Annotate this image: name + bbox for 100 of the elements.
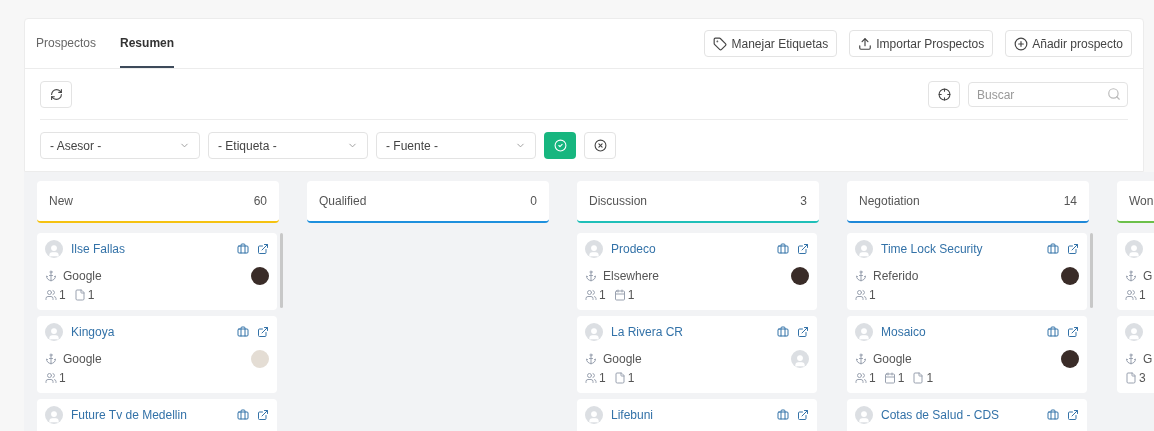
briefcase-icon[interactable] — [777, 243, 789, 255]
column-count: 0 — [530, 193, 537, 210]
external-link-icon[interactable] — [1067, 326, 1079, 338]
prospect-link[interactable]: Mosaico — [881, 323, 926, 341]
anchor-icon — [45, 270, 57, 282]
avatar-placeholder — [1125, 323, 1143, 341]
upload-icon — [858, 36, 873, 51]
briefcase-icon[interactable] — [1047, 409, 1059, 421]
external-link-icon[interactable] — [1067, 243, 1079, 255]
count-label: 1 — [627, 287, 635, 304]
briefcase-icon[interactable] — [237, 326, 249, 338]
column-title: New — [49, 193, 73, 210]
avatar-placeholder — [585, 406, 603, 424]
column-title: Qualified — [319, 193, 367, 210]
photo-placeholder — [251, 267, 269, 285]
people-icon — [585, 372, 597, 384]
column-count: 60 — [253, 193, 267, 210]
filter-select[interactable]: - Asesor - — [40, 132, 200, 159]
count-label: 1 — [59, 370, 66, 387]
external-link-icon[interactable] — [797, 409, 809, 421]
avatar-placeholder — [45, 406, 63, 424]
anchor-icon — [1125, 270, 1137, 282]
toolbar-button[interactable]: Manejar Etiquetas — [704, 30, 838, 57]
photo-placeholder — [251, 350, 269, 368]
anchor-icon — [855, 353, 867, 365]
people-icon — [45, 372, 57, 384]
count-label: 1 — [926, 370, 934, 387]
calendar-icon — [883, 372, 896, 384]
count-label: 1 — [627, 370, 635, 387]
avatar-placeholder — [1125, 240, 1143, 258]
anchor-icon — [45, 353, 57, 365]
crosshair-icon — [937, 87, 951, 101]
toolbar-button[interactable]: Añadir prospecto — [1005, 30, 1132, 57]
count-label: 1 — [599, 287, 606, 304]
column-count: 3 — [800, 193, 807, 210]
file-icon — [912, 372, 925, 384]
people-icon — [585, 289, 597, 301]
briefcase-icon[interactable] — [1047, 243, 1059, 255]
external-link-icon[interactable] — [257, 326, 269, 338]
briefcase-icon[interactable] — [777, 409, 789, 421]
column-title: Won — [1129, 193, 1154, 210]
plus-circle-icon — [1014, 36, 1029, 51]
count-label: 1 — [897, 370, 905, 387]
briefcase-icon[interactable] — [777, 326, 789, 338]
people-icon — [855, 289, 867, 301]
people-icon — [855, 372, 867, 384]
people-icon — [45, 289, 57, 301]
count-label: 1 — [599, 370, 606, 387]
prospect-link[interactable]: Cotas de Salud - CDS — [881, 406, 1000, 424]
file-icon — [1125, 372, 1137, 384]
avatar-placeholder — [585, 240, 603, 258]
filter-select[interactable]: - Etiqueta - — [208, 132, 368, 159]
source-label: G — [1143, 351, 1153, 368]
prospect-link[interactable]: Time Lock Security — [881, 240, 983, 258]
tag-icon — [713, 36, 728, 51]
refresh-button[interactable] — [40, 80, 72, 108]
clear-button[interactable] — [584, 132, 616, 159]
search-field[interactable]: Buscar — [968, 82, 1128, 107]
toolbar-button[interactable]: Importar Prospectos — [849, 30, 994, 57]
column-title: Negotiation — [859, 193, 920, 210]
avatar-placeholder — [855, 323, 873, 341]
external-link-icon[interactable] — [257, 409, 269, 421]
count-label: 3 — [1139, 370, 1146, 387]
briefcase-icon[interactable] — [237, 243, 249, 255]
briefcase-icon[interactable] — [1047, 326, 1059, 338]
search-icon — [1107, 86, 1121, 101]
external-link-icon[interactable] — [797, 326, 809, 338]
source-label: Google — [873, 351, 912, 368]
anchor-icon — [585, 353, 597, 365]
prospect-link[interactable]: Kingoya — [71, 323, 115, 341]
prospect-link[interactable]: Ilse Fallas — [71, 240, 126, 258]
photo-placeholder — [1061, 267, 1079, 285]
tab[interactable]: Prospectos — [36, 19, 97, 68]
locate-button[interactable] — [928, 80, 960, 108]
external-link-icon[interactable] — [797, 243, 809, 255]
avatar-placeholder — [791, 350, 809, 368]
prospect-link[interactable]: La Rivera CR — [611, 323, 684, 341]
source-label: Elsewhere — [603, 268, 660, 285]
source-label: Google — [63, 268, 102, 285]
external-link-icon[interactable] — [1067, 409, 1079, 421]
tab[interactable]: Resumen — [120, 19, 175, 68]
briefcase-icon[interactable] — [237, 409, 249, 421]
file-icon — [73, 289, 86, 301]
count-label: 1 — [869, 287, 876, 304]
filter-select[interactable]: - Fuente - — [376, 132, 536, 159]
avatar-placeholder — [45, 323, 63, 341]
anchor-icon — [1125, 353, 1137, 365]
check-circle-icon — [553, 139, 567, 152]
external-link-icon[interactable] — [257, 243, 269, 255]
source-label: Google — [603, 351, 642, 368]
prospect-link[interactable]: Lifebuni — [611, 406, 654, 424]
people-icon — [1125, 289, 1137, 301]
anchor-icon — [585, 270, 597, 282]
count-label: 1 — [87, 287, 95, 304]
prospect-link[interactable]: Prodeco — [611, 240, 656, 258]
close-icon — [593, 139, 607, 152]
prospect-link[interactable]: Future Tv de Medellin — [71, 406, 187, 424]
count-label: 1 — [1139, 287, 1146, 304]
calendar-icon — [613, 289, 626, 301]
photo-placeholder — [1061, 350, 1079, 368]
